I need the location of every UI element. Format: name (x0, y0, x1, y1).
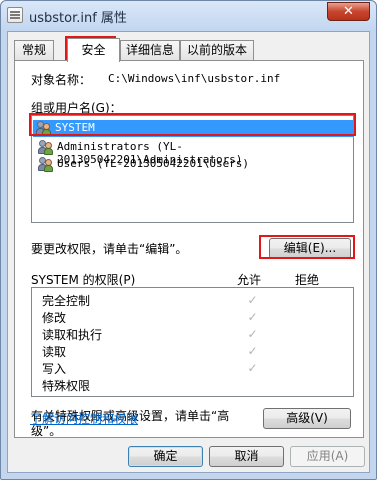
file-icon (7, 7, 23, 23)
object-name-label: 对象名称： (31, 73, 92, 87)
permission-name: 读取和执行 (42, 328, 103, 342)
tab-security[interactable]: 安全 (67, 38, 120, 62)
user-group-icon (36, 121, 52, 136)
cancel-button[interactable]: 取消 (209, 446, 284, 467)
permission-name: 读取 (42, 345, 67, 359)
permission-row: 完全控制 (42, 292, 90, 309)
allow-check-full-control: ✓ (247, 293, 258, 307)
tab-previous-versions[interactable]: 以前的版本 (180, 40, 254, 61)
advanced-button[interactable]: 高级(V) (263, 408, 351, 429)
allow-check-write: ✓ (247, 361, 258, 375)
user-item-label: Users (YL-201305042201\Users) (57, 157, 250, 170)
permission-row: 读取 (42, 343, 66, 360)
deny-column-header: 拒绝 (295, 273, 320, 287)
permission-name: 特殊权限 (42, 379, 91, 393)
user-list[interactable]: SYSTEM Administrators (YL-201305042201\A… (31, 115, 354, 223)
permissions-list[interactable]: 完全控制 修改 读取和执行 读取 写入 特殊权限 ✓ ✓ ✓ ✓ ✓ (31, 287, 354, 397)
window-title: usbstor.inf 属性 (29, 11, 127, 26)
permission-name: 写入 (42, 362, 67, 376)
user-group-icon (38, 157, 54, 172)
permission-row: 修改 (42, 309, 66, 326)
allow-column-header: 允许 (237, 273, 262, 287)
user-item-label: SYSTEM (55, 121, 95, 134)
allow-check-read-execute: ✓ (247, 327, 258, 341)
close-button[interactable]: ✕ (327, 2, 370, 21)
ok-button[interactable]: 确定 (128, 446, 203, 467)
apply-button[interactable]: 应用(A) (290, 446, 365, 467)
permission-name: 完全控制 (42, 294, 91, 308)
allow-check-modify: ✓ (247, 310, 258, 324)
group-user-label: 组或用户名(G)： (31, 101, 122, 115)
change-permissions-hint: 要更改权限，请单击“编辑”。 (31, 242, 188, 256)
properties-window: usbstor.inf 属性 ✕ 常规 安全 详细信息 以前的版本 对象名称： … (0, 0, 377, 480)
learn-access-control-link[interactable]: 了解访问控制和权限 (30, 410, 138, 427)
tab-details[interactable]: 详细信息 (120, 40, 180, 61)
user-item-administrators[interactable]: Administrators (YL-201305042201\Administ… (35, 139, 357, 166)
dialog-body: 常规 安全 详细信息 以前的版本 对象名称： C:\Windows\inf\us… (7, 31, 370, 473)
user-item-system[interactable]: SYSTEM (33, 120, 353, 137)
object-name-value: C:\Windows\inf\usbstor.inf (108, 72, 281, 85)
permission-row: 特殊权限 (42, 377, 90, 394)
permissions-title: SYSTEM 的权限(P) (31, 273, 136, 287)
user-item-users[interactable]: Users (YL-201305042201\Users) (35, 156, 357, 173)
permission-row: 写入 (42, 360, 66, 377)
edit-button[interactable]: 编辑(E)... (269, 238, 351, 259)
title-bar[interactable]: usbstor.inf 属性 ✕ (1, 1, 376, 31)
security-panel: 对象名称： C:\Windows\inf\usbstor.inf 组或用户名(G… (14, 60, 364, 438)
tab-general[interactable]: 常规 (14, 40, 54, 61)
allow-check-read: ✓ (247, 344, 258, 358)
permission-row: 读取和执行 (42, 326, 102, 343)
user-group-icon (38, 140, 54, 155)
permission-name: 修改 (42, 311, 67, 325)
